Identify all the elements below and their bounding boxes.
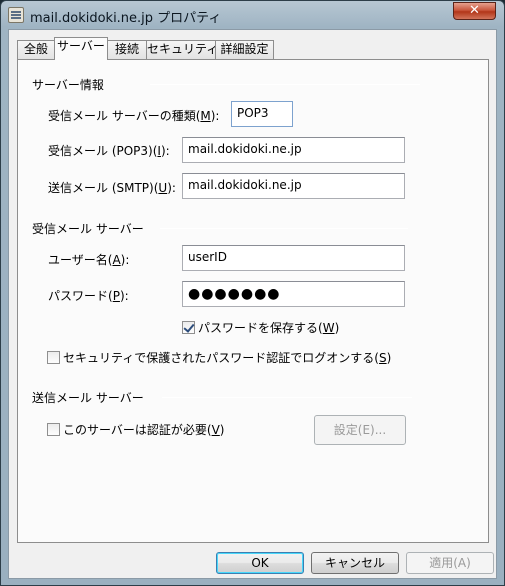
- username-label: ユーザー名(A):: [48, 253, 130, 267]
- auth-required-checkbox[interactable]: [47, 423, 60, 436]
- spa-checkbox[interactable]: [47, 351, 60, 364]
- save-password-label: パスワードを保存する(W): [198, 321, 340, 335]
- incoming-server-divider: [160, 228, 408, 229]
- auth-required-label: このサーバーは認証が必要(V): [63, 423, 225, 437]
- tab-advanced[interactable]: 詳細設定: [215, 40, 274, 59]
- tab-general[interactable]: 全般: [17, 40, 55, 59]
- outgoing-server-heading: 送信メール サーバー: [32, 391, 144, 405]
- password-input[interactable]: ●●●●●●●: [182, 281, 405, 307]
- spa-label: セキュリティで保護されたパスワード認証でログオンする(S): [63, 351, 392, 365]
- server-info-divider: [150, 84, 420, 85]
- tab-connection[interactable]: 接続: [107, 40, 147, 59]
- outgoing-settings-button[interactable]: 設定(E)...: [314, 415, 406, 445]
- title-bar[interactable]: mail.dokidoki.ne.jp プロパティ ✕: [1, 1, 504, 29]
- dialog-client: 全般 サーバー 接続 セキュリティ 詳細設定 サーバー情報 受信メール サーバー…: [8, 29, 497, 579]
- pop3-server-label: 受信メール (POP3)(I):: [48, 144, 170, 158]
- tab-security[interactable]: セキュリティ: [146, 40, 218, 59]
- save-password-checkbox[interactable]: [182, 321, 195, 334]
- server-info-heading: サーバー情報: [32, 78, 104, 92]
- password-mask: ●●●●●●●: [188, 286, 281, 302]
- servers-panel: サーバー情報 受信メール サーバーの種類(M): POP3 受信メール (POP…: [17, 59, 489, 543]
- close-button[interactable]: ✕: [453, 2, 496, 20]
- smtp-server-input[interactable]: mail.dokidoki.ne.jp: [182, 173, 405, 199]
- pop3-server-input[interactable]: mail.dokidoki.ne.jp: [182, 137, 405, 163]
- username-input[interactable]: userID: [182, 245, 405, 271]
- incoming-server-heading: 受信メール サーバー: [32, 222, 144, 236]
- smtp-server-label: 送信メール (SMTP)(U):: [48, 181, 176, 195]
- cancel-button[interactable]: キャンセル: [311, 552, 399, 574]
- mail-account-icon: [8, 7, 24, 23]
- incoming-type-label: 受信メール サーバーの種類(M):: [48, 109, 220, 123]
- window-title: mail.dokidoki.ne.jp プロパティ: [30, 11, 222, 26]
- password-label: パスワード(P):: [48, 289, 129, 303]
- apply-button[interactable]: 適用(A): [406, 552, 494, 574]
- properties-window: mail.dokidoki.ne.jp プロパティ ✕ 全般 サーバー 接続 セ…: [0, 0, 505, 586]
- incoming-type-field[interactable]: POP3: [231, 101, 293, 127]
- outgoing-server-divider: [162, 397, 412, 398]
- tab-servers[interactable]: サーバー: [54, 37, 108, 60]
- ok-button[interactable]: OK: [216, 552, 304, 574]
